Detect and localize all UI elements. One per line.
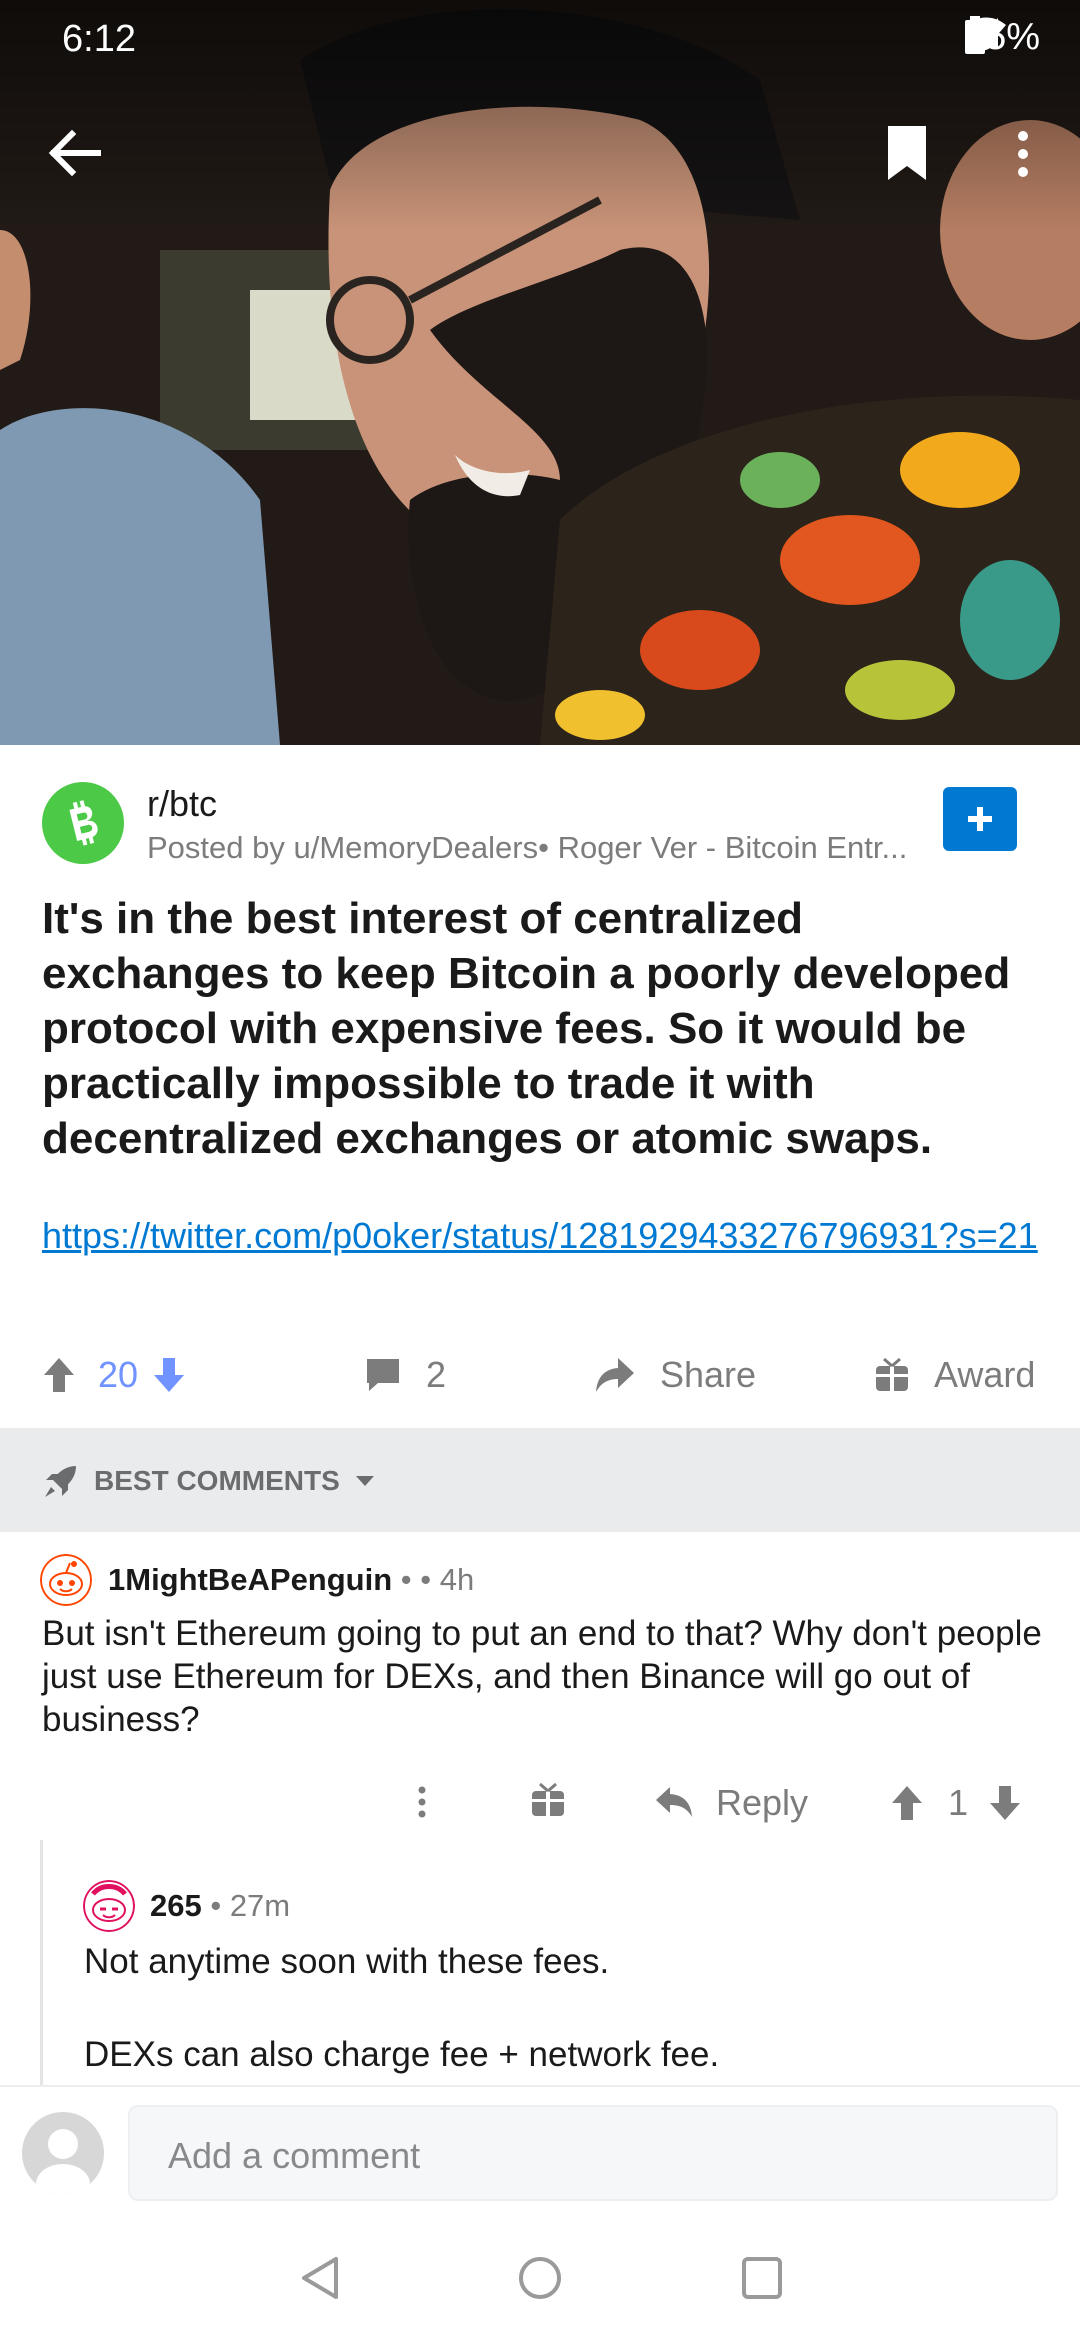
status-icons: 75% <box>964 16 1040 59</box>
comment-meta: • 27m <box>201 1888 291 1923</box>
reply-icon <box>656 1787 692 1817</box>
comments-button[interactable]: 2 <box>364 1354 446 1396</box>
vote-group: 20 <box>42 1354 186 1396</box>
nav-home-icon[interactable] <box>517 2255 563 2301</box>
upvote-icon[interactable] <box>890 1784 924 1822</box>
comment-more-button[interactable] <box>404 1782 440 1822</box>
bitcoin-icon <box>69 800 98 846</box>
save-post-button[interactable] <box>880 122 940 186</box>
comment-sort-bar[interactable]: BEST COMMENTS <box>0 1428 1080 1532</box>
join-subreddit-button[interactable] <box>943 787 1017 851</box>
sort-label: BEST COMMENTS <box>94 1465 340 1496</box>
post-author-line[interactable]: Posted by u/MemoryDealers• Roger Ver - B… <box>147 830 937 866</box>
nav-recents-icon[interactable] <box>740 2255 784 2301</box>
post-photo <box>0 0 1080 745</box>
status-bar: 6:12 75% <box>0 0 1080 80</box>
snoo-avatar-icon[interactable] <box>83 1880 135 1932</box>
subreddit-icon[interactable] <box>42 782 124 864</box>
reply-label: Reply <box>716 1782 809 1823</box>
downvote-icon[interactable] <box>988 1784 1022 1822</box>
share-button[interactable]: Share <box>594 1354 756 1396</box>
upvote-icon[interactable] <box>42 1356 76 1394</box>
bookmark-icon <box>888 126 926 180</box>
award-button[interactable]: Award <box>874 1354 1035 1396</box>
post-vote-count: 20 <box>98 1354 139 1395</box>
add-comment-input[interactable]: Add a comment <box>128 2105 1058 2201</box>
comment-action-bar: Reply 1 <box>0 1770 1080 1842</box>
comment-award-button[interactable] <box>530 1782 566 1818</box>
gift-icon <box>532 1782 564 1816</box>
share-icon <box>596 1358 634 1392</box>
comment-author[interactable]: 1MightBeAPenguin • • 4h <box>108 1562 474 1598</box>
more-vertical-icon <box>1018 131 1028 177</box>
chevron-down-icon <box>355 1476 374 1486</box>
post-action-bar: 20 2 Share Award <box>0 1340 1080 1414</box>
comment-sort-selector[interactable]: BEST COMMENTS <box>42 1462 380 1500</box>
comment-author[interactable]: 265 • 27m <box>150 1888 290 1924</box>
nav-back-icon[interactable] <box>298 2255 342 2301</box>
comment-icon <box>367 1359 399 1391</box>
person-icon <box>36 2129 90 2194</box>
post-link[interactable]: https://twitter.com/p0oker/status/128192… <box>42 1215 1042 1257</box>
comment-vote-count: 1 <box>948 1782 969 1823</box>
comment-composer: Add a comment <box>0 2085 1080 2215</box>
back-arrow-icon <box>48 129 101 177</box>
system-navigation-bar <box>0 2215 1080 2340</box>
share-label: Share <box>660 1354 757 1395</box>
comment-author-name[interactable]: 265 <box>150 1888 202 1923</box>
comment-reply-button[interactable]: Reply <box>654 1782 808 1824</box>
post-image[interactable]: 6:12 75% <box>0 0 1080 745</box>
more-options-button[interactable] <box>1000 122 1046 186</box>
plus-icon <box>968 807 992 831</box>
more-vertical-icon <box>418 1786 426 1818</box>
status-time: 6:12 <box>62 18 136 60</box>
comment-author-name[interactable]: 1MightBeAPenguin <box>108 1562 392 1597</box>
comment-body: But isn't Ethereum going to put an end t… <box>42 1614 1042 1739</box>
comment-body-line: DEXs can also charge fee + network fee. <box>84 2035 720 2074</box>
award-label: Award <box>934 1354 1036 1395</box>
thread-line[interactable] <box>40 1840 43 2085</box>
battery-icon <box>964 16 985 54</box>
subreddit-name[interactable]: r/btc <box>147 783 217 825</box>
gift-icon <box>876 1357 908 1391</box>
post-title: It's in the best interest of centralized… <box>42 894 1011 1163</box>
back-button[interactable] <box>40 118 110 188</box>
comment-body-line: Not anytime soon with these fees. <box>84 1942 610 1981</box>
rocket-icon <box>45 1466 76 1497</box>
comment-count: 2 <box>426 1354 447 1395</box>
user-avatar <box>22 2112 104 2194</box>
comment-vote-group: 1 <box>890 1782 1022 1824</box>
downvote-icon[interactable] <box>152 1356 186 1394</box>
comment-meta: • • 4h <box>392 1562 475 1597</box>
snoo-avatar-icon[interactable] <box>40 1554 92 1606</box>
